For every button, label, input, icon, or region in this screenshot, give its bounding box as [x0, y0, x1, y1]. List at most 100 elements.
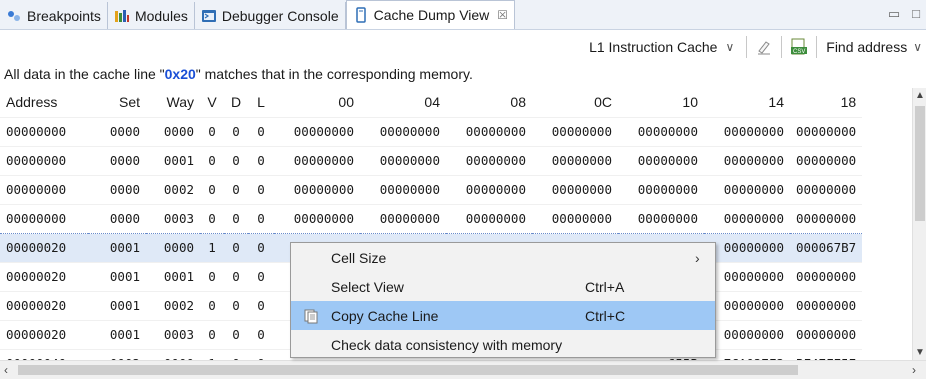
table-cell[interactable]: 00000000	[618, 145, 704, 175]
minimize-icon[interactable]: ▭	[888, 6, 900, 22]
table-cell[interactable]: 00000000	[790, 261, 863, 291]
menu-item-copy-cache-line[interactable]: Copy Cache Line Ctrl+C	[291, 301, 715, 330]
scroll-thumb[interactable]	[18, 365, 798, 375]
table-cell[interactable]: 0001	[146, 145, 200, 175]
table-cell[interactable]: 00000000	[0, 145, 88, 175]
table-cell[interactable]: 00000000	[274, 203, 360, 233]
table-cell[interactable]: 0	[200, 174, 224, 204]
table-cell[interactable]: 00000000	[446, 116, 532, 146]
tab-modules[interactable]: Modules	[108, 2, 195, 29]
table-cell[interactable]: 0	[200, 290, 224, 320]
table-cell[interactable]: 0003	[146, 319, 200, 349]
table-cell[interactable]: 0000	[88, 203, 146, 233]
column-header-v[interactable]: V	[200, 88, 224, 117]
table-cell[interactable]: 7CA027F3	[704, 348, 790, 360]
column-header-00[interactable]: 00	[274, 88, 360, 117]
table-cell[interactable]: BF47FE5E	[790, 348, 863, 360]
table-cell[interactable]: 0	[224, 232, 248, 263]
table-cell[interactable]: 00000000	[274, 145, 360, 175]
table-cell[interactable]: 0	[224, 203, 248, 233]
menu-item-check-consistency[interactable]: Check data consistency with memory	[291, 330, 715, 359]
scroll-thumb[interactable]	[915, 106, 925, 221]
table-cell[interactable]: 0	[248, 319, 274, 349]
table-row[interactable]: 00000000 0000 0003 0 0 0 00000000 00000000 00000…	[0, 203, 863, 233]
export-csv-button[interactable]: CSV	[787, 35, 811, 59]
tab-breakpoints[interactable]: Breakpoints	[0, 2, 108, 29]
table-cell[interactable]: 00000000	[790, 290, 863, 320]
table-cell[interactable]: 00000000	[274, 174, 360, 204]
table-cell[interactable]: 1	[200, 348, 224, 360]
table-cell[interactable]: 00000000	[704, 261, 790, 291]
table-cell[interactable]: 00000000	[532, 174, 618, 204]
table-cell[interactable]: 0002	[146, 174, 200, 204]
table-cell[interactable]: 00000000	[446, 174, 532, 204]
find-address-input[interactable]: Find address ∨	[822, 35, 926, 59]
menu-item-select-view[interactable]: Select View Ctrl+A	[291, 272, 715, 301]
table-cell[interactable]: 000067B7	[790, 232, 863, 263]
table-row[interactable]: 00000000 0000 0001 0 0 0 00000000 00000000 00000…	[0, 145, 863, 175]
table-cell[interactable]: 0001	[88, 232, 146, 263]
table-cell[interactable]: 00000000	[0, 203, 88, 233]
table-cell[interactable]: 00000000	[790, 145, 863, 175]
table-cell[interactable]: 0	[224, 319, 248, 349]
column-header-10[interactable]: 10	[618, 88, 704, 117]
close-icon[interactable]: ☒	[497, 8, 508, 22]
table-cell[interactable]: 0	[224, 290, 248, 320]
table-cell[interactable]: 0000	[146, 232, 200, 263]
table-cell[interactable]: 0	[224, 348, 248, 360]
maximize-icon[interactable]: □	[912, 6, 920, 22]
table-cell[interactable]: 0	[248, 174, 274, 204]
table-cell[interactable]: 0	[200, 145, 224, 175]
table-cell[interactable]: 00000040	[0, 348, 88, 360]
table-cell[interactable]: 00000000	[704, 232, 790, 263]
scroll-up-icon[interactable]: ▲	[913, 90, 926, 101]
table-cell[interactable]: 00000000	[360, 174, 446, 204]
table-cell[interactable]: 0	[248, 203, 274, 233]
table-cell[interactable]: 0	[224, 261, 248, 291]
table-cell[interactable]: 00000000	[0, 116, 88, 146]
table-cell[interactable]: 0000	[146, 348, 200, 360]
table-cell[interactable]: 00000020	[0, 290, 88, 320]
table-cell[interactable]: 00000000	[360, 203, 446, 233]
column-header-04[interactable]: 04	[360, 88, 446, 117]
table-cell[interactable]: 1	[200, 232, 224, 263]
table-cell[interactable]: 00000000	[532, 145, 618, 175]
table-cell[interactable]: 00000000	[360, 145, 446, 175]
menu-item-cell-size[interactable]: Cell Size ›	[291, 243, 715, 272]
table-cell[interactable]: 00000000	[790, 174, 863, 204]
table-cell[interactable]: 00000000	[532, 203, 618, 233]
table-cell[interactable]: 0	[248, 290, 274, 320]
table-cell[interactable]: 0002	[88, 348, 146, 360]
column-header-08[interactable]: 08	[446, 88, 532, 117]
table-cell[interactable]: 0001	[88, 261, 146, 291]
table-cell[interactable]: 00000000	[704, 290, 790, 320]
table-cell[interactable]: 00000000	[704, 145, 790, 175]
table-cell[interactable]: 00000000	[704, 319, 790, 349]
table-cell[interactable]: 00000000	[618, 203, 704, 233]
table-cell[interactable]: 00000000	[446, 145, 532, 175]
column-header-set[interactable]: Set	[88, 88, 146, 117]
table-cell[interactable]: 0	[224, 145, 248, 175]
tab-debugger-console[interactable]: Debugger Console	[195, 2, 346, 29]
vertical-scrollbar[interactable]: ▲ ▼	[912, 88, 926, 360]
scroll-down-icon[interactable]: ▼	[913, 347, 926, 358]
table-cell[interactable]: 00000000	[704, 174, 790, 204]
table-cell[interactable]: 0	[248, 116, 274, 146]
table-cell[interactable]: 0	[200, 261, 224, 291]
table-cell[interactable]: 0	[248, 348, 274, 360]
table-cell[interactable]: 0000	[88, 116, 146, 146]
table-cell[interactable]: 0000	[88, 145, 146, 175]
table-cell[interactable]: 00000000	[790, 319, 863, 349]
table-cell[interactable]: 00000000	[532, 116, 618, 146]
table-row[interactable]: 00000000 0000 0002 0 0 0 00000000 00000000 00000…	[0, 174, 863, 204]
table-cell[interactable]: 0	[224, 174, 248, 204]
table-cell[interactable]: 0	[224, 116, 248, 146]
table-cell[interactable]: 0	[200, 116, 224, 146]
table-cell[interactable]: 00000000	[704, 203, 790, 233]
table-cell[interactable]: 00000020	[0, 232, 88, 263]
table-cell[interactable]: 00000020	[0, 261, 88, 291]
table-cell[interactable]: 0001	[88, 290, 146, 320]
column-header-address[interactable]: Address	[0, 88, 88, 117]
clear-button[interactable]	[752, 35, 776, 59]
cache-type-select[interactable]: L1 Instruction Cache ∨	[582, 35, 741, 59]
